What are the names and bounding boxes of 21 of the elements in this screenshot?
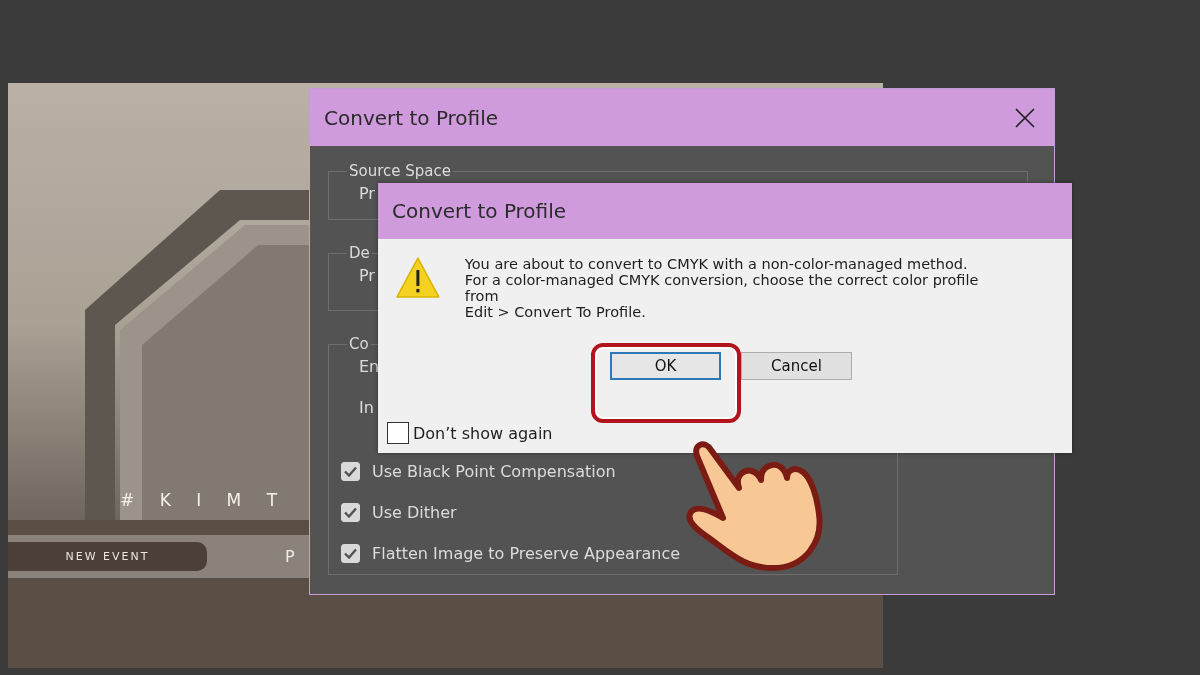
checkbox-label: Use Black Point Compensation (372, 461, 616, 481)
window-title: Convert to Profile (324, 105, 499, 130)
field-label: In (359, 397, 374, 419)
field-label: Pr (359, 183, 375, 205)
checkbox[interactable] (387, 422, 409, 444)
menu-letter: P (285, 547, 295, 566)
group-label: Co (348, 335, 370, 353)
checkbox-label: Use Dither (372, 502, 457, 522)
event-label: NEW EVENT (8, 542, 207, 571)
group-label: Source Space (348, 162, 452, 180)
hashtag-text: # K I M T (120, 490, 288, 510)
warning-message: You are about to convert to CMYK with a non-color-managed method. For a color-managed CMYK conversion, choose the correct color profile from Edit > Convert To Profile. (464, 256, 980, 320)
field-label: Pr (359, 265, 375, 287)
field-label: En (359, 356, 380, 378)
group-label: De (348, 244, 371, 262)
checkbox-label: Don’t show again (413, 423, 553, 443)
dialog-button[interactable]: OK (610, 352, 721, 380)
dialog-title: Convert to Profile (392, 199, 567, 223)
checkbox-label: Flatten Image to Preserve Appearance (372, 543, 681, 563)
warning-icon (395, 256, 441, 299)
dialog-button[interactable]: Cancel (741, 352, 852, 380)
